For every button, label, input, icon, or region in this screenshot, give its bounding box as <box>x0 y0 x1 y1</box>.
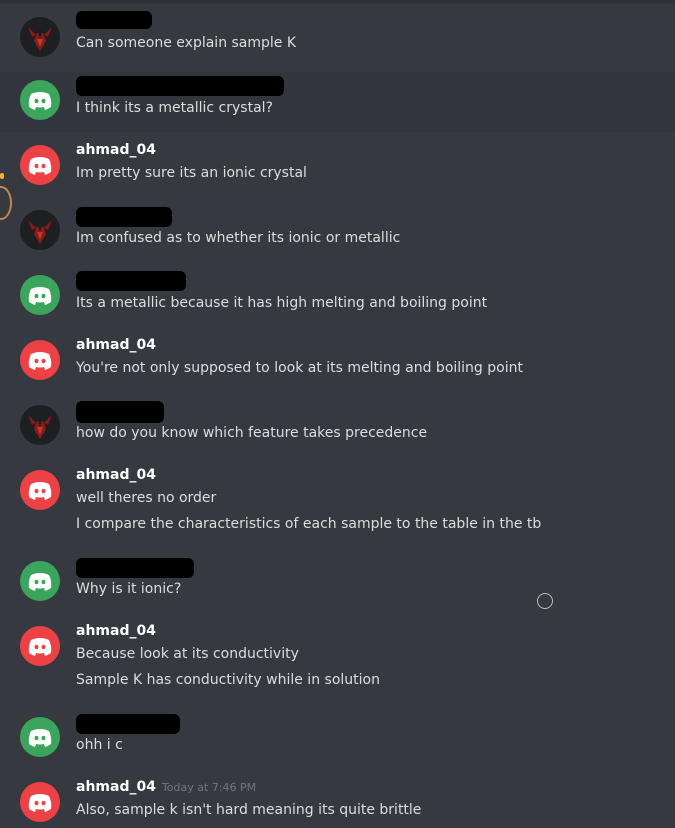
username[interactable]: ahmad_04 <box>76 623 156 639</box>
cursor-ring-icon <box>537 593 553 609</box>
username[interactable]: ahmad_04 <box>76 337 156 353</box>
avatar[interactable] <box>20 340 60 380</box>
discord-logo-icon <box>28 287 52 305</box>
discord-logo-icon <box>28 573 52 591</box>
message-group[interactable]: Its a metallic because it has high melti… <box>0 268 675 328</box>
redacted-username <box>76 558 194 578</box>
avatar[interactable] <box>20 405 60 445</box>
message-group[interactable]: ahmad_04 Im pretty sure its an ionic cry… <box>0 138 675 198</box>
discord-logo-icon <box>28 92 52 110</box>
discord-logo-icon <box>28 482 52 500</box>
discord-logo-icon <box>28 157 52 175</box>
redacted-username <box>76 76 284 96</box>
message-group[interactable]: Im confused as to whether its ionic or m… <box>0 203 675 263</box>
redacted-username <box>76 11 152 29</box>
avatar[interactable] <box>20 145 60 185</box>
username[interactable]: ahmad_04 <box>76 142 156 158</box>
message-text: ohh i c <box>76 737 123 753</box>
avatar[interactable] <box>20 17 60 57</box>
top-divider <box>0 0 675 3</box>
redacted-username <box>76 401 164 423</box>
message-group[interactable]: ahmad_04 Because look at its conductivit… <box>0 619 675 705</box>
avatar[interactable] <box>20 275 60 315</box>
discord-logo-icon <box>28 729 52 747</box>
discord-logo-icon <box>28 638 52 656</box>
message-text: I compare the characteristics of each sa… <box>76 516 542 532</box>
message-text: Sample K has conductivity while in solut… <box>76 672 380 688</box>
avatar[interactable] <box>20 626 60 666</box>
message-text: how do you know which feature takes prec… <box>76 425 428 441</box>
avatar[interactable] <box>20 717 60 757</box>
avatar[interactable] <box>20 470 60 510</box>
message-group[interactable]: how do you know which feature takes prec… <box>0 398 675 458</box>
redacted-username <box>76 271 186 291</box>
message-text: Can someone explain sample K <box>76 35 297 51</box>
avatar[interactable] <box>20 782 60 822</box>
message-group[interactable]: Can someone explain sample K <box>0 5 675 65</box>
avatar[interactable] <box>20 561 60 601</box>
message-group[interactable]: Why is it ionic? <box>0 554 675 614</box>
message-group[interactable]: I think its a metallic crystal? <box>0 72 675 132</box>
redacted-username <box>76 207 172 227</box>
message-group[interactable]: ohh i c <box>0 710 675 770</box>
discord-logo-icon <box>28 794 52 812</box>
discord-logo-icon <box>28 352 52 370</box>
message-text: Im confused as to whether its ionic or m… <box>76 230 401 246</box>
message-group[interactable]: ahmad_04 well theres no order I compare … <box>0 463 675 549</box>
emblem-avatar-icon <box>20 210 60 250</box>
message-text: Also, sample k isn't hard meaning its qu… <box>76 802 422 818</box>
message-group[interactable]: ahmad_04 Today at 7:46 PM Also, sample k … <box>0 775 675 828</box>
username[interactable]: ahmad_04 <box>76 779 156 795</box>
avatar[interactable] <box>20 210 60 250</box>
message-group[interactable]: ahmad_04 You're not only supposed to loo… <box>0 333 675 393</box>
username[interactable]: ahmad_04 <box>76 467 156 483</box>
emblem-avatar-icon <box>20 17 60 57</box>
timestamp: Today at 7:46 PM <box>161 781 257 794</box>
message-text: I think its a metallic crystal? <box>76 100 273 116</box>
message-text: You're not only supposed to look at its … <box>76 360 523 376</box>
message-text: Im pretty sure its an ionic crystal <box>76 165 307 181</box>
avatar[interactable] <box>20 80 60 120</box>
message-text: Why is it ionic? <box>76 581 182 597</box>
emblem-avatar-icon <box>20 405 60 445</box>
message-text: Because look at its conductivity <box>76 646 299 662</box>
username-row: ahmad_04 Today at 7:46 PM <box>76 779 256 795</box>
redacted-username <box>76 714 180 734</box>
message-text: Its a metallic because it has high melti… <box>76 295 488 311</box>
message-text: well theres no order <box>76 490 217 506</box>
